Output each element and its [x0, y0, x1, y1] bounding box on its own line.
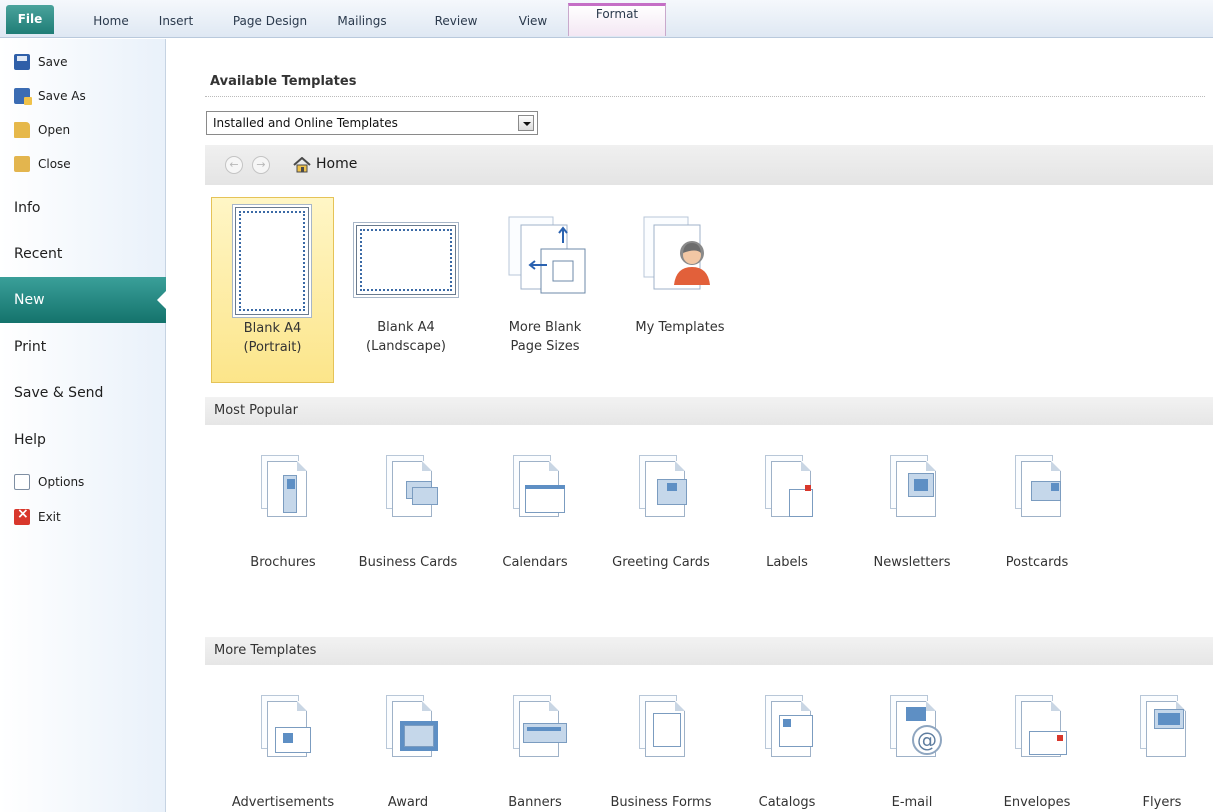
open-command[interactable]: Open	[14, 117, 70, 143]
options-command[interactable]: Options	[14, 469, 84, 495]
award-icon	[386, 695, 438, 757]
close-command[interactable]: Close	[14, 151, 71, 177]
tile-label-line1: Blank A4	[243, 321, 302, 336]
postcards-icon	[1015, 455, 1061, 517]
tile-label-line1: My Templates	[635, 320, 725, 335]
catalogs-icon	[765, 695, 813, 757]
tab-format-label: Format	[595, 7, 639, 21]
tile-label-line2: (Portrait)	[243, 340, 302, 355]
save-as-command[interactable]: Save As	[14, 83, 86, 109]
template-label: Postcards	[1005, 555, 1069, 570]
exit-command[interactable]: Exit	[14, 504, 61, 530]
page-sizes-icon	[508, 216, 586, 294]
template-label: E-mail	[891, 795, 933, 810]
nav-recent[interactable]: Recent	[0, 231, 166, 277]
tab-mailings[interactable]: Mailings	[330, 8, 394, 34]
template-label: Banners	[508, 795, 562, 810]
flyers-icon	[1140, 695, 1186, 757]
template-label: Envelopes	[1003, 795, 1071, 810]
nav-save-and-send[interactable]: Save & Send	[0, 370, 166, 416]
save-label: Save	[38, 55, 68, 69]
template-label: Labels	[766, 555, 808, 570]
open-folder-icon	[14, 122, 30, 138]
nav-print[interactable]: Print	[0, 324, 166, 370]
calendars-icon	[513, 455, 565, 517]
chevron-down-icon[interactable]	[518, 115, 534, 131]
more-templates-header: More Templates	[205, 637, 1213, 665]
most-popular-header: Most Popular	[205, 397, 1213, 425]
close-label: Close	[38, 157, 71, 171]
options-icon	[14, 474, 30, 490]
nav-info[interactable]: Info	[0, 185, 166, 231]
template-label: Greeting Cards	[612, 555, 710, 570]
save-as-icon	[14, 88, 32, 105]
heading-divider	[205, 96, 1205, 97]
backstage-left-pane: Save Save As Open Close Info Recent New …	[0, 39, 167, 812]
template-label: Advertisements	[231, 795, 335, 810]
template-label: Calendars	[502, 555, 568, 570]
save-icon	[14, 54, 30, 70]
tile-label-line2: (Landscape)	[366, 339, 446, 354]
close-folder-icon	[14, 156, 30, 172]
home-icon[interactable]	[293, 157, 311, 173]
back-arrow-icon[interactable]: ←	[225, 156, 243, 174]
blank-a4-portrait-tile[interactable]: Blank A4 (Portrait)	[211, 197, 334, 383]
template-label: Business Forms	[610, 795, 712, 810]
greeting-cards-icon	[639, 455, 687, 517]
tile-label-line2: Page Sizes	[510, 339, 580, 354]
template-navigation-bar: ← → Home	[205, 145, 1213, 185]
envelopes-icon	[1015, 695, 1067, 757]
save-as-label: Save As	[38, 89, 86, 103]
banners-icon	[513, 695, 567, 757]
nav-help[interactable]: Help	[0, 417, 166, 463]
more-blank-page-sizes-tile[interactable]: More Blank Page Sizes	[480, 197, 610, 383]
template-label: Brochures	[250, 555, 316, 570]
template-label: Award	[387, 795, 429, 810]
template-source-value: Installed and Online Templates	[213, 116, 398, 130]
exit-icon	[14, 506, 30, 525]
template-label: Flyers	[1142, 795, 1182, 810]
business-forms-icon	[639, 695, 685, 757]
tab-view[interactable]: View	[513, 8, 553, 34]
nav-new[interactable]: New	[0, 277, 167, 323]
tab-format[interactable]: Format	[568, 3, 666, 36]
blank-a4-landscape-tile[interactable]: Blank A4 (Landscape)	[342, 197, 470, 383]
ribbon-tab-bar: File Home Insert Page Design Mailings Re…	[0, 0, 1213, 38]
advertisements-icon	[261, 695, 311, 757]
labels-icon	[765, 455, 813, 517]
landscape-page-icon	[356, 225, 456, 295]
tab-page-design[interactable]: Page Design	[225, 8, 315, 34]
options-label: Options	[38, 475, 85, 489]
brochures-icon	[261, 455, 307, 517]
tab-review[interactable]: Review	[430, 8, 482, 34]
newsletters-icon	[890, 455, 936, 517]
save-command[interactable]: Save	[14, 49, 67, 75]
template-source-dropdown[interactable]: Installed and Online Templates	[206, 111, 538, 135]
my-templates-icon	[643, 216, 710, 290]
tab-insert[interactable]: Insert	[154, 8, 198, 34]
tab-file[interactable]: File	[6, 5, 54, 34]
tile-label-line1: Blank A4	[377, 320, 435, 335]
available-templates-heading: Available Templates	[210, 74, 357, 89]
tab-home[interactable]: Home	[83, 8, 139, 34]
my-templates-tile[interactable]: My Templates	[620, 197, 740, 383]
tile-label-line1: More Blank	[508, 320, 582, 335]
open-label: Open	[38, 123, 71, 137]
forward-arrow-icon[interactable]: →	[252, 156, 270, 174]
business-cards-icon	[386, 455, 438, 517]
breadcrumb-home[interactable]: Home	[316, 156, 357, 172]
e-mail-icon: @	[890, 695, 942, 757]
template-label: Catalogs	[758, 795, 816, 810]
template-label: Newsletters	[873, 555, 951, 570]
exit-label: Exit	[38, 510, 61, 524]
template-label: Business Cards	[358, 555, 458, 570]
portrait-page-icon	[235, 207, 309, 315]
